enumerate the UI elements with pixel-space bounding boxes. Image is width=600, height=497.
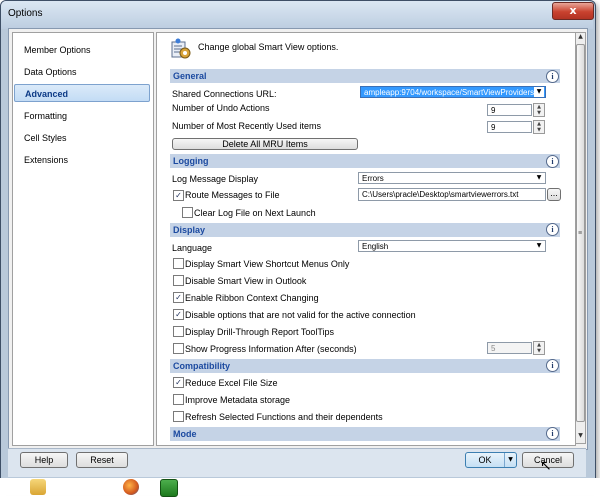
reduce-file-size-checkbox[interactable]: ✓ xyxy=(173,377,184,388)
shortcut-menus-checkbox[interactable] xyxy=(173,258,184,269)
nav-item-formatting[interactable]: Formatting xyxy=(14,107,150,125)
general-info-icon[interactable]: i xyxy=(546,70,559,83)
grip-icon: ≡ xyxy=(578,230,583,237)
log-display-label: Log Message Display xyxy=(172,174,259,184)
undo-actions-label: Number of Undo Actions xyxy=(172,103,270,113)
logging-info-icon[interactable]: i xyxy=(546,155,559,168)
progress-info-label: Show Progress Information After (seconds… xyxy=(185,344,357,354)
shared-url-label: Shared Connections URL: xyxy=(172,89,277,99)
shortcut-menus-label: Display Smart View Shortcut Menus Only xyxy=(185,259,350,269)
section-compatibility-title: Compatibility xyxy=(173,361,231,371)
refresh-functions-checkbox[interactable] xyxy=(173,411,184,422)
mru-items-spinner[interactable]: ▲ ▼ xyxy=(533,120,545,134)
mru-items-input[interactable]: 9 xyxy=(487,121,532,133)
route-messages-checkbox[interactable]: ✓ xyxy=(173,190,184,201)
ok-button-label: OK xyxy=(478,455,492,465)
display-info-icon[interactable]: i xyxy=(546,223,559,236)
chevron-down-icon[interactable]: ▼ xyxy=(534,173,544,183)
drill-through-tooltips-label: Display Drill-Through Report ToolTips xyxy=(185,327,335,337)
progress-info-checkbox[interactable] xyxy=(173,343,184,354)
log-display-value: Errors xyxy=(362,174,384,183)
section-display: Display xyxy=(170,223,560,237)
log-file-path-input[interactable]: C:\Users\pracle\Desktop\smartviewerrors.… xyxy=(358,188,546,201)
nav-item-extensions[interactable]: Extensions xyxy=(14,151,150,169)
undo-actions-spinner[interactable]: ▲ ▼ xyxy=(533,103,545,117)
vertical-scrollbar[interactable]: ▲ ≡ ▼ xyxy=(575,32,586,444)
disable-outlook-checkbox[interactable] xyxy=(173,275,184,286)
refresh-functions-label: Refresh Selected Functions and their dep… xyxy=(185,412,383,422)
scroll-down-icon[interactable]: ▼ xyxy=(576,432,585,442)
nav-item-cell-styles[interactable]: Cell Styles xyxy=(14,129,150,147)
help-button[interactable]: Help xyxy=(20,452,68,468)
language-value: English xyxy=(362,242,389,251)
log-display-select[interactable]: Errors ▼ xyxy=(358,172,546,184)
route-messages-label: Route Messages to File xyxy=(185,190,280,200)
improve-metadata-label: Improve Metadata storage xyxy=(185,395,291,405)
scroll-up-icon[interactable]: ▲ xyxy=(576,33,585,43)
chevron-down-icon[interactable]: ▼ xyxy=(534,87,544,97)
disable-invalid-options-label: Disable options that are not valid for t… xyxy=(185,310,416,320)
improve-metadata-checkbox[interactable] xyxy=(173,394,184,405)
delete-mru-button[interactable]: Delete All MRU Items xyxy=(172,138,358,150)
undo-actions-input[interactable]: 9 xyxy=(487,104,532,116)
drill-through-tooltips-checkbox[interactable] xyxy=(173,326,184,337)
options-nav-list: Member Options Data Options Advanced For… xyxy=(12,32,154,446)
browse-button[interactable]: ... xyxy=(547,188,561,201)
section-mode: Mode xyxy=(170,427,560,441)
ok-button[interactable]: OK ▼ xyxy=(465,452,517,468)
ribbon-context-checkbox[interactable]: ✓ xyxy=(173,292,184,303)
reset-button[interactable]: Reset xyxy=(76,452,128,468)
reduce-file-size-label: Reduce Excel File Size xyxy=(185,378,278,388)
window-title: Options xyxy=(8,8,43,19)
section-general: General xyxy=(170,69,560,83)
nav-item-member-options[interactable]: Member Options xyxy=(14,41,150,59)
progress-seconds-spinner[interactable]: ▲ ▼ xyxy=(533,341,545,355)
disable-outlook-label: Disable Smart View in Outlook xyxy=(185,276,307,286)
section-compatibility: Compatibility xyxy=(170,359,560,373)
ribbon-context-label: Enable Ribbon Context Changing xyxy=(185,293,319,303)
mouse-cursor-icon: ↖ xyxy=(540,458,552,474)
section-logging: Logging xyxy=(170,154,560,168)
compatibility-info-icon[interactable]: i xyxy=(546,359,559,372)
shared-url-value: ampleapp:9704/workspace/SmartViewProvide… xyxy=(364,88,535,97)
title-bar[interactable] xyxy=(1,1,593,29)
language-label: Language xyxy=(172,243,213,253)
scrollbar-thumb[interactable]: ≡ xyxy=(576,44,585,422)
section-display-title: Display xyxy=(173,225,206,235)
browser-icon[interactable] xyxy=(123,479,139,495)
language-select[interactable]: English ▼ xyxy=(358,240,546,252)
folder-icon[interactable] xyxy=(30,479,46,495)
clear-log-label: Clear Log File on Next Launch xyxy=(194,208,316,218)
close-button[interactable]: x xyxy=(552,2,594,20)
nav-item-data-options[interactable]: Data Options xyxy=(14,63,150,81)
chevron-down-icon[interactable]: ▼ xyxy=(534,241,544,251)
mode-info-icon[interactable]: i xyxy=(546,427,559,440)
section-mode-title: Mode xyxy=(173,429,197,439)
shared-url-combobox[interactable]: ampleapp:9704/workspace/SmartViewProvide… xyxy=(360,86,546,98)
section-general-title: General xyxy=(173,71,207,81)
options-gear-icon xyxy=(170,38,192,60)
nav-item-advanced[interactable]: Advanced xyxy=(14,84,150,102)
mru-items-label: Number of Most Recently Used items xyxy=(172,121,322,131)
excel-icon[interactable] xyxy=(160,479,178,497)
panel-header-text: Change global Smart View options. xyxy=(198,42,339,52)
clear-log-checkbox[interactable] xyxy=(182,207,193,218)
taskbar xyxy=(0,478,600,495)
ok-dropdown-icon[interactable]: ▼ xyxy=(504,453,516,467)
progress-seconds-input[interactable]: 5 xyxy=(487,342,532,354)
section-logging-title: Logging xyxy=(173,156,209,166)
disable-invalid-options-checkbox[interactable]: ✓ xyxy=(173,309,184,320)
